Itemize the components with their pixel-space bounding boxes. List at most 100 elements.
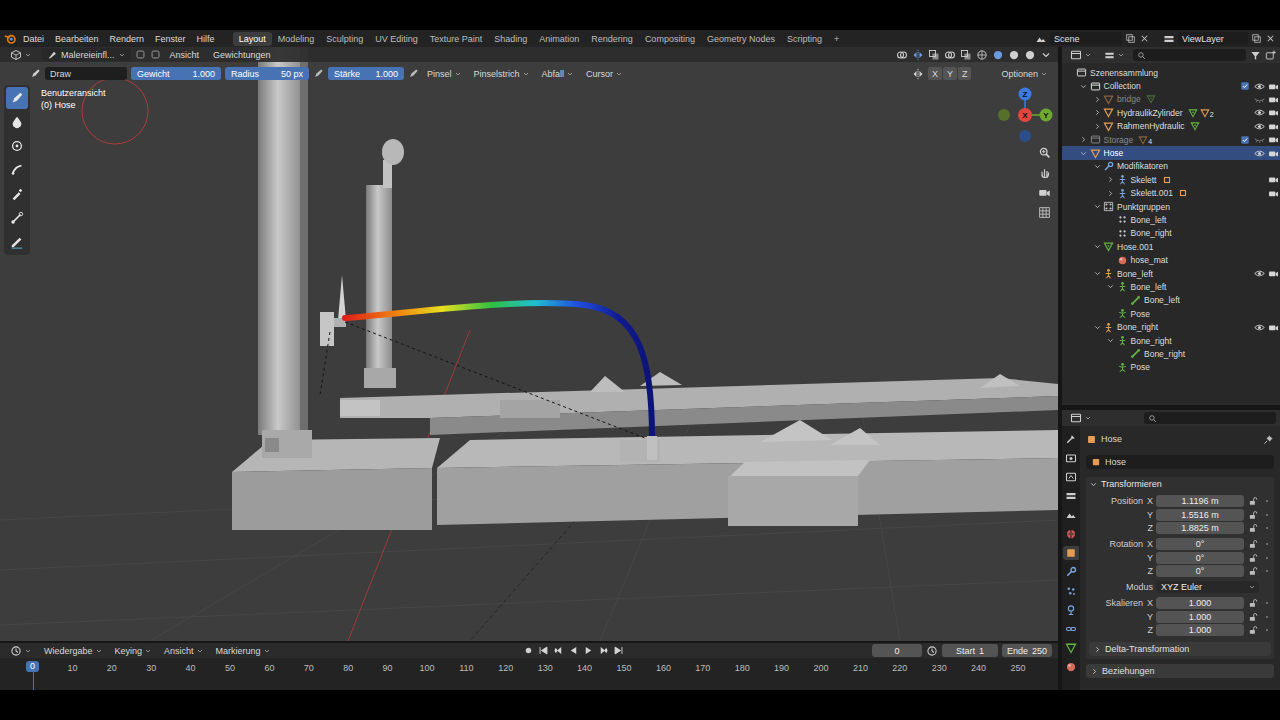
- menu-item[interactable]: Hilfe: [192, 33, 220, 45]
- properties-tab[interactable]: [1063, 622, 1079, 636]
- playfwd-icon[interactable]: [583, 645, 594, 656]
- checkbox-icon[interactable]: [1240, 135, 1250, 145]
- properties-tab[interactable]: [1063, 641, 1079, 655]
- properties-tab[interactable]: [1063, 546, 1079, 560]
- playrev-icon[interactable]: [568, 645, 579, 656]
- menu-item[interactable]: Bearbeiten: [50, 33, 104, 45]
- outliner-row[interactable]: RahmenHydraulic: [1062, 120, 1280, 133]
- eye-icon[interactable]: [1254, 268, 1265, 279]
- hand-icon[interactable]: [1038, 166, 1051, 179]
- timeline-menu[interactable]: Wiedergabe: [40, 644, 107, 657]
- viewport-shade-icon[interactable]: [1008, 49, 1020, 61]
- tool-button[interactable]: [6, 159, 28, 181]
- outliner-row[interactable]: Bone_right: [1062, 227, 1280, 240]
- viewport-menu[interactable]: Ansicht: [165, 49, 205, 61]
- expand-arrow-icon[interactable]: [1079, 82, 1088, 91]
- expand-arrow-icon[interactable]: [1106, 282, 1115, 291]
- workspace-tab[interactable]: Modeling: [272, 32, 321, 46]
- expand-arrow-icon[interactable]: [1093, 122, 1102, 131]
- viewport-xray-icon[interactable]: [960, 49, 972, 61]
- camera-icon[interactable]: [1268, 121, 1279, 132]
- expand-arrow-icon[interactable]: [1093, 202, 1102, 211]
- panel-header[interactable]: Beziehungen: [1086, 664, 1274, 678]
- timeline-menu[interactable]: Keying: [111, 644, 157, 657]
- properties-tab[interactable]: [1063, 527, 1079, 541]
- mirror-axis-toggle[interactable]: Z: [958, 67, 972, 80]
- expand-arrow-icon[interactable]: [1093, 242, 1102, 251]
- workspace-tab[interactable]: Rendering: [585, 32, 639, 46]
- expand-arrow-icon[interactable]: [1093, 323, 1102, 332]
- editor-type-button[interactable]: [6, 48, 36, 62]
- workspace-tab[interactable]: Geometry Nodes: [701, 32, 781, 46]
- properties-tab[interactable]: [1063, 660, 1079, 674]
- viewport-overlay-icon[interactable]: [944, 49, 956, 61]
- lock-icon[interactable]: [1248, 510, 1258, 520]
- add-workspace-button[interactable]: +: [828, 32, 845, 46]
- lock-icon[interactable]: [1248, 553, 1258, 563]
- workspace-tab[interactable]: Shading: [488, 32, 533, 46]
- copy-icon[interactable]: [1125, 33, 1136, 44]
- zoom-icon[interactable]: [1038, 146, 1051, 159]
- outliner-row[interactable]: Bone_right: [1062, 347, 1280, 360]
- outliner-search[interactable]: [1133, 49, 1246, 61]
- tool-menu[interactable]: Cursor: [582, 67, 627, 80]
- properties-tab[interactable]: [1063, 470, 1079, 484]
- properties-search[interactable]: [1144, 412, 1276, 424]
- tool-menu[interactable]: Abfall: [538, 67, 579, 80]
- number-field[interactable]: 1.000: [1156, 597, 1244, 609]
- lock-icon[interactable]: [1248, 566, 1258, 576]
- camera-icon[interactable]: [1268, 148, 1279, 159]
- expand-arrow-icon[interactable]: [1106, 189, 1115, 198]
- camera-icon[interactable]: [1268, 134, 1279, 145]
- keyframe-dot-icon[interactable]: [1263, 626, 1271, 634]
- frame-ruler[interactable]: 1020304050607080901001101201301401501601…: [0, 658, 1058, 690]
- expand-arrow-icon[interactable]: [1093, 108, 1102, 117]
- new-collection-icon[interactable]: [1265, 50, 1276, 61]
- panel-header[interactable]: Transformieren: [1086, 477, 1274, 491]
- workspace-tab[interactable]: Sculpting: [320, 32, 369, 46]
- outliner-row[interactable]: Szenensammlung: [1062, 66, 1280, 79]
- expand-arrow-icon[interactable]: [1079, 149, 1088, 158]
- camera-icon[interactable]: [1268, 322, 1279, 333]
- editor-type-button[interactable]: [1066, 411, 1096, 425]
- number-field[interactable]: 0°: [1156, 538, 1244, 550]
- view-layer-field[interactable]: ViewLayer: [1178, 32, 1248, 45]
- editor-type-button[interactable]: [6, 644, 36, 658]
- jumpstart-icon[interactable]: [538, 645, 549, 656]
- camera-icon[interactable]: [1268, 94, 1279, 105]
- viewport-menu[interactable]: Gewichtungen: [208, 49, 276, 61]
- number-field[interactable]: 1.000: [1156, 624, 1244, 636]
- properties-tab[interactable]: [1063, 489, 1079, 503]
- number-field[interactable]: 1.1196 m: [1156, 495, 1244, 507]
- properties-tab[interactable]: [1063, 603, 1079, 617]
- menu-item[interactable]: Fenster: [150, 33, 191, 45]
- close-icon[interactable]: [1265, 33, 1276, 44]
- prevkey-icon[interactable]: [553, 645, 564, 656]
- pressure-icon[interactable]: [313, 68, 324, 79]
- rotation-mode-dropdown[interactable]: XYZ Euler: [1156, 581, 1259, 593]
- outliner-row[interactable]: Pose: [1062, 307, 1280, 320]
- outliner-row[interactable]: Hose: [1062, 146, 1280, 159]
- menu-item[interactable]: Datei: [18, 33, 49, 45]
- outliner-row[interactable]: Bone_right: [1062, 320, 1280, 333]
- viewport-wire-icon[interactable]: [976, 49, 988, 61]
- outliner-row[interactable]: Bone_left: [1062, 280, 1280, 293]
- tool-button[interactable]: [6, 135, 28, 157]
- keyframe-dot-icon[interactable]: [1263, 599, 1271, 607]
- workspace-tab[interactable]: Animation: [533, 32, 585, 46]
- properties-tab[interactable]: [1063, 565, 1079, 579]
- outliner-row[interactable]: Bone_left: [1062, 294, 1280, 307]
- scene-render[interactable]: [0, 47, 1058, 641]
- expand-arrow-icon[interactable]: [1093, 95, 1102, 104]
- mode-dropdown[interactable]: Malereieinfl...: [42, 48, 131, 61]
- outliner-row[interactable]: Bone_left: [1062, 213, 1280, 226]
- timeline-menu[interactable]: Markierung: [212, 644, 275, 657]
- tool-button[interactable]: [6, 111, 28, 133]
- jumpend-icon[interactable]: [613, 645, 624, 656]
- camera-icon[interactable]: [1268, 268, 1279, 279]
- mirror-axis-toggle[interactable]: Y: [943, 67, 957, 80]
- lock-icon[interactable]: [1248, 612, 1258, 622]
- workspace-tab[interactable]: Texture Paint: [424, 32, 489, 46]
- viewport-down-icon[interactable]: [1040, 49, 1052, 61]
- slider[interactable]: Stärke1.000: [328, 67, 404, 80]
